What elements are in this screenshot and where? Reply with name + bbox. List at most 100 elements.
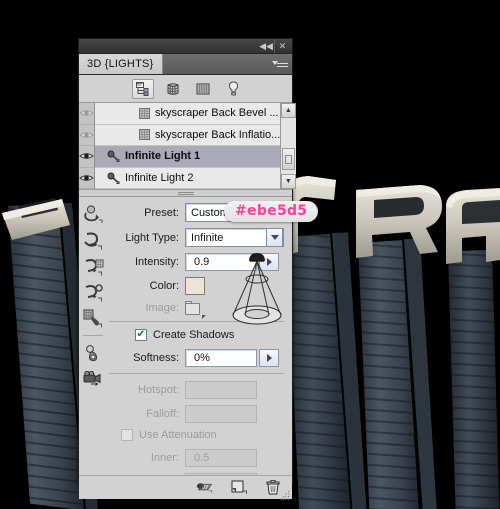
point-light-at-origin-tool[interactable]: [81, 307, 105, 329]
scene-list: skyscraper Back Bevel ... skyscraper Bac…: [79, 103, 296, 190]
visibility-toggle[interactable]: [79, 125, 94, 146]
move-to-view-tool[interactable]: [81, 342, 105, 364]
panel-titlebar: ◀◀ ✕: [79, 39, 292, 54]
collapse-double-left-icon[interactable]: ◀◀: [258, 40, 274, 53]
falloff-label: Falloff:: [146, 408, 179, 420]
eye-icon: [79, 175, 94, 181]
list-item[interactable]: skyscraper Back Bevel ...: [95, 103, 281, 125]
scrollbar-track[interactable]: [280, 118, 296, 174]
light-cone-preview: [232, 253, 282, 325]
light-icon: [107, 150, 120, 163]
new-light-icon: [231, 480, 247, 494]
camera-light-tool[interactable]: [81, 368, 105, 390]
hotspot-label: Hotspot:: [138, 384, 179, 396]
divider: [109, 373, 284, 374]
scene-list-scrollbar[interactable]: ▲ ▼: [280, 103, 296, 189]
scene-list-rows: skyscraper Back Bevel ... skyscraper Bac…: [95, 103, 281, 189]
color-swatch[interactable]: [185, 277, 205, 295]
light-properties: Preset: Custom Light Type: Infinite Inte…: [107, 197, 319, 491]
list-item-label: Infinite Light 2: [125, 171, 194, 184]
light-icon: [107, 172, 120, 184]
resize-grip-icon: [280, 491, 290, 500]
list-item-selected[interactable]: Infinite Light 1: [95, 146, 281, 168]
inner-row: Inner: 0.5: [109, 449, 284, 467]
falloff-row: Falloff:: [109, 405, 284, 423]
panel-menu-icon[interactable]: [272, 58, 288, 70]
screenshot-root: ◀◀ ✕ 3D {LIGHTS} skyscraper Back Bevel .…: [0, 0, 500, 509]
softness-row: Softness: 0%: [109, 349, 284, 367]
softness-label: Softness:: [133, 352, 179, 364]
use-attenuation-label: Use Attenuation: [139, 429, 217, 441]
inner-value: 0.5: [194, 452, 210, 464]
light-type-label: Light Type:: [125, 231, 179, 244]
panel-body: Preset: Custom Light Type: Infinite Inte…: [79, 197, 319, 491]
paint-light-icon: [83, 309, 102, 327]
softness-input[interactable]: 0%: [185, 349, 257, 367]
three-d-lights-panel: ◀◀ ✕ 3D {LIGHTS} skyscraper Back Bevel .…: [78, 38, 319, 500]
tool-divider: [83, 335, 103, 336]
camera-light-icon: [83, 370, 100, 386]
list-item-label: skyscraper Back Bevel ...: [155, 107, 279, 120]
close-icon[interactable]: ✕: [274, 39, 290, 53]
light-tools-column: [79, 197, 107, 475]
new-light-button[interactable]: [230, 480, 248, 496]
list-item[interactable]: skyscraper Back Inflatio...: [95, 125, 281, 146]
light-type-row: Light Type: Infinite: [109, 228, 284, 247]
softness-stepper[interactable]: [259, 349, 279, 367]
materials-grid-icon: [196, 83, 210, 94]
filter-materials[interactable]: [192, 79, 214, 99]
visibility-toggle[interactable]: [79, 168, 94, 189]
scene-hierarchy-icon: [135, 81, 148, 96]
hotspot-input: [185, 381, 257, 399]
visibility-column: [79, 103, 95, 189]
image-label: Image:: [145, 302, 179, 314]
filter-lights[interactable]: [222, 79, 244, 99]
light-ball-icon: [85, 345, 97, 362]
filter-scene[interactable]: [132, 78, 154, 99]
list-item-label: skyscraper Back Inflatio...: [155, 128, 281, 141]
preset-label: Preset:: [144, 206, 179, 219]
use-attenuation-checkbox: [121, 429, 133, 441]
color-label: Color:: [149, 280, 179, 292]
inner-input: 0.5: [185, 449, 257, 467]
toggle-lights-button[interactable]: [196, 480, 214, 496]
scrollbar-thumb[interactable]: [281, 148, 295, 170]
drag-light-icon: [85, 258, 103, 275]
drag-light-tool[interactable]: [81, 255, 105, 277]
roll-light-tool[interactable]: [81, 229, 105, 251]
slide-light-tool[interactable]: [81, 281, 105, 303]
panel-resize-handle[interactable]: [280, 488, 290, 500]
light-type-select[interactable]: Infinite: [185, 228, 284, 247]
eye-icon: [79, 110, 94, 116]
roll-light-icon: [83, 232, 102, 249]
hotspot-row: Hotspot:: [109, 381, 284, 399]
use-attenuation-row: Use Attenuation: [121, 429, 284, 441]
panel-footer: [79, 475, 292, 500]
lights-toggle-icon: [196, 483, 213, 493]
visibility-toggle[interactable]: [79, 146, 94, 168]
scroll-down-button[interactable]: ▼: [280, 174, 296, 189]
intensity-label: Intensity:: [134, 256, 179, 268]
image-load-button[interactable]: [185, 301, 206, 319]
tab-3d-lights[interactable]: 3D {LIGHTS}: [79, 54, 164, 74]
light-type-value: Infinite: [191, 231, 224, 244]
inner-label: Inner:: [150, 452, 179, 464]
lightbulb-icon: [228, 81, 238, 96]
rotate-light-icon: [83, 204, 102, 223]
intensity-value: 0.9: [194, 256, 210, 268]
visibility-toggle[interactable]: [79, 103, 94, 125]
filter-meshes[interactable]: [162, 79, 184, 99]
rotate-light-tool[interactable]: [81, 203, 105, 225]
create-shadows-checkbox[interactable]: ✔: [135, 329, 147, 341]
scroll-up-button[interactable]: ▲: [280, 103, 296, 118]
material-swatch-icon: [139, 129, 150, 141]
material-swatch-icon: [139, 107, 150, 119]
trash-icon: [266, 480, 280, 495]
slide-light-icon: [85, 283, 103, 301]
list-resize-grip[interactable]: [79, 190, 292, 197]
create-shadows-label: Create Shadows: [153, 329, 235, 341]
tab-label: 3D {LIGHTS}: [87, 58, 154, 70]
chevron-down-icon[interactable]: [266, 228, 283, 247]
color-hex-tooltip: #ebe5d5: [224, 201, 319, 222]
list-item[interactable]: Infinite Light 2: [95, 168, 281, 189]
